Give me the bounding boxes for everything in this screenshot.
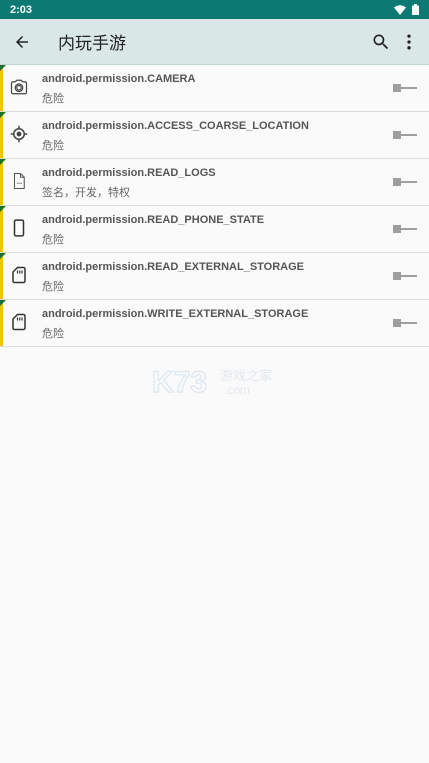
watermark-site: 游戏之家 xyxy=(220,368,272,384)
permission-row-read-external-storage[interactable]: android.permission.READ_EXTERNAL_STORAGE… xyxy=(0,253,429,300)
back-button[interactable] xyxy=(10,30,34,54)
search-icon xyxy=(373,34,389,49)
permission-name: android.permission.READ_EXTERNAL_STORAGE xyxy=(42,261,305,273)
status-time: 2:03 xyxy=(10,3,33,16)
permission-toggle[interactable] xyxy=(393,129,417,141)
permission-list: android.permission.CAMERA 危险 android.per… xyxy=(0,65,429,347)
watermark-brand: K73 xyxy=(152,366,207,397)
camera-icon xyxy=(10,78,28,96)
permission-name: android.permission.WRITE_EXTERNAL_STORAG… xyxy=(42,308,309,320)
permission-level: 签名，开发，特权 xyxy=(42,187,130,199)
toggle-thumb xyxy=(393,225,401,233)
toggle-thumb xyxy=(393,131,401,139)
row-corner-marker xyxy=(0,253,6,259)
permission-name: android.permission.CAMERA xyxy=(42,73,196,85)
toggle-thumb xyxy=(393,272,401,280)
sd-card-icon xyxy=(10,266,28,284)
row-marker xyxy=(0,159,3,205)
toggle-thumb xyxy=(393,178,401,186)
status-icons xyxy=(394,4,419,15)
row-marker xyxy=(0,300,3,346)
arrow-back-icon xyxy=(16,35,28,48)
more-vert-icon xyxy=(407,34,411,49)
row-corner-marker xyxy=(0,159,6,165)
wifi-icon xyxy=(394,4,406,15)
phone-icon xyxy=(10,219,28,237)
row-marker xyxy=(0,112,3,158)
toggle-thumb xyxy=(393,84,401,92)
row-corner-marker xyxy=(0,112,6,118)
permission-toggle[interactable] xyxy=(393,176,417,188)
page-title: 内玩手游 xyxy=(58,34,126,53)
k73-watermark-logo: K73 游戏之家 .com xyxy=(152,365,272,397)
log-file-icon xyxy=(10,172,28,190)
row-corner-marker xyxy=(0,206,6,212)
permission-level: 危险 xyxy=(42,234,64,246)
toggle-thumb xyxy=(393,319,401,327)
battery-icon xyxy=(412,4,419,15)
permission-row-read-logs[interactable]: android.permission.READ_LOGS 签名，开发，特权 xyxy=(0,159,429,206)
permission-toggle[interactable] xyxy=(393,270,417,282)
permission-row-write-external-storage[interactable]: android.permission.WRITE_EXTERNAL_STORAG… xyxy=(0,300,429,347)
row-marker xyxy=(0,65,3,111)
permission-name: android.permission.ACCESS_COARSE_LOCATIO… xyxy=(42,120,309,132)
permission-toggle[interactable] xyxy=(393,223,417,235)
permission-row-coarse-location[interactable]: android.permission.ACCESS_COARSE_LOCATIO… xyxy=(0,112,429,159)
search-button[interactable] xyxy=(367,28,395,56)
row-marker xyxy=(0,253,3,299)
row-corner-marker xyxy=(0,300,6,306)
location-icon xyxy=(10,125,28,143)
more-options-button[interactable] xyxy=(395,28,423,56)
permission-level: 危险 xyxy=(42,281,64,293)
permission-name: android.permission.READ_LOGS xyxy=(42,167,216,179)
sd-card-icon xyxy=(10,313,28,331)
permission-level: 危险 xyxy=(42,140,64,152)
permission-name: android.permission.READ_PHONE_STATE xyxy=(42,214,265,226)
row-corner-marker xyxy=(0,65,6,71)
permission-row-read-phone-state[interactable]: android.permission.READ_PHONE_STATE 危险 xyxy=(0,206,429,253)
status-bar: 2:03 xyxy=(0,0,429,19)
permission-level: 危险 xyxy=(42,93,64,105)
permission-toggle[interactable] xyxy=(393,317,417,329)
watermark-domain: .com xyxy=(224,383,250,397)
permission-level: 危险 xyxy=(42,328,64,340)
permission-toggle[interactable] xyxy=(393,82,417,94)
app-bar: 内玩手游 xyxy=(0,19,429,65)
row-marker xyxy=(0,206,3,252)
permission-row-camera[interactable]: android.permission.CAMERA 危险 xyxy=(0,65,429,112)
